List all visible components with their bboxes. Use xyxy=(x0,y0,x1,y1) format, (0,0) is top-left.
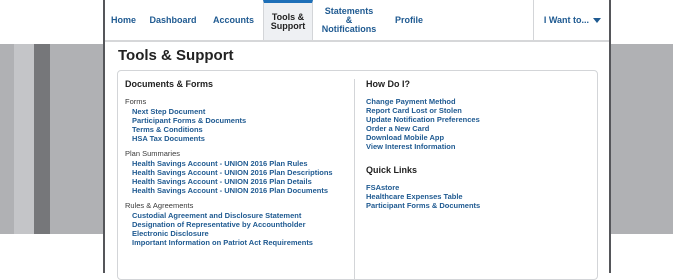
link-view-interest-information[interactable]: View Interest Information xyxy=(366,142,591,151)
link-plan-details[interactable]: Health Savings Account - UNION 2016 Plan… xyxy=(132,177,350,186)
rules-agreements-group: Rules & Agreements Custodial Agreement a… xyxy=(125,201,350,247)
documents-forms-column: Documents & Forms Forms Next Step Docume… xyxy=(125,79,350,252)
how-do-i-links: Change Payment Method Report Card Lost o… xyxy=(366,97,591,151)
right-column: How Do I? Change Payment Method Report C… xyxy=(366,79,591,215)
link-report-card-lost[interactable]: Report Card Lost or Stolen xyxy=(366,106,591,115)
link-plan-documents[interactable]: Health Savings Account - UNION 2016 Plan… xyxy=(132,186,350,195)
quick-links-title: Quick Links xyxy=(366,165,418,175)
link-patriot-act[interactable]: Important Information on Patriot Act Req… xyxy=(132,238,350,247)
i-want-to-label: I Want to... xyxy=(543,15,589,25)
app-window: Home Dashboard Accounts Tools & Support … xyxy=(103,0,611,280)
link-terms-conditions[interactable]: Terms & Conditions xyxy=(132,125,350,134)
link-change-payment-method[interactable]: Change Payment Method xyxy=(366,97,591,106)
forms-group: Forms Next Step Document Participant For… xyxy=(125,97,350,143)
link-participant-forms-documents[interactable]: Participant Forms & Documents xyxy=(132,116,350,125)
nav-tools-support[interactable]: Tools & Support xyxy=(263,0,313,40)
nav-profile[interactable]: Profile xyxy=(385,0,433,40)
page-title: Tools & Support xyxy=(118,47,234,64)
link-quick-participant-forms[interactable]: Participant Forms & Documents xyxy=(366,201,591,210)
link-plan-descriptions[interactable]: Health Savings Account - UNION 2016 Plan… xyxy=(132,168,350,177)
i-want-to-menu[interactable]: I Want to... xyxy=(532,0,609,40)
content-card: Documents & Forms Forms Next Step Docume… xyxy=(117,70,598,280)
link-download-mobile-app[interactable]: Download Mobile App xyxy=(366,133,591,142)
chevron-down-icon xyxy=(593,17,601,23)
quick-links: FSAstore Healthcare Expenses Table Parti… xyxy=(366,183,591,210)
link-update-notification-preferences[interactable]: Update Notification Preferences xyxy=(366,115,591,124)
plan-summaries-group: Plan Summaries Health Savings Account - … xyxy=(125,149,350,195)
nav-accounts[interactable]: Accounts xyxy=(204,0,263,40)
top-nav: Home Dashboard Accounts Tools & Support … xyxy=(105,0,609,42)
group-title-rules-agreements: Rules & Agreements xyxy=(125,201,194,210)
nav-dashboard[interactable]: Dashboard xyxy=(142,0,204,40)
link-next-step-document[interactable]: Next Step Document xyxy=(132,107,350,116)
column-divider xyxy=(354,79,355,279)
documents-forms-title: Documents & Forms xyxy=(125,79,214,89)
group-title-plan-summaries: Plan Summaries xyxy=(125,149,181,158)
nav-statements-notifications[interactable]: Statements & Notifications xyxy=(313,0,385,40)
background-stripe-light xyxy=(14,44,34,234)
link-plan-rules[interactable]: Health Savings Account - UNION 2016 Plan… xyxy=(132,159,350,168)
link-designation-of-representative[interactable]: Designation of Representative by Account… xyxy=(132,220,350,229)
link-hsa-tax-documents[interactable]: HSA Tax Documents xyxy=(132,134,350,143)
how-do-i-title: How Do I? xyxy=(366,79,410,89)
link-electronic-disclosure[interactable]: Electronic Disclosure xyxy=(132,229,350,238)
link-order-new-card[interactable]: Order a New Card xyxy=(366,124,591,133)
group-title-forms: Forms xyxy=(125,97,147,106)
link-healthcare-expenses-table[interactable]: Healthcare Expenses Table xyxy=(366,192,591,201)
link-fsastore[interactable]: FSAstore xyxy=(366,183,591,192)
nav-home[interactable]: Home xyxy=(105,0,142,40)
background-stripe-dark xyxy=(34,44,50,234)
link-custodial-agreement[interactable]: Custodial Agreement and Disclosure State… xyxy=(132,211,350,220)
